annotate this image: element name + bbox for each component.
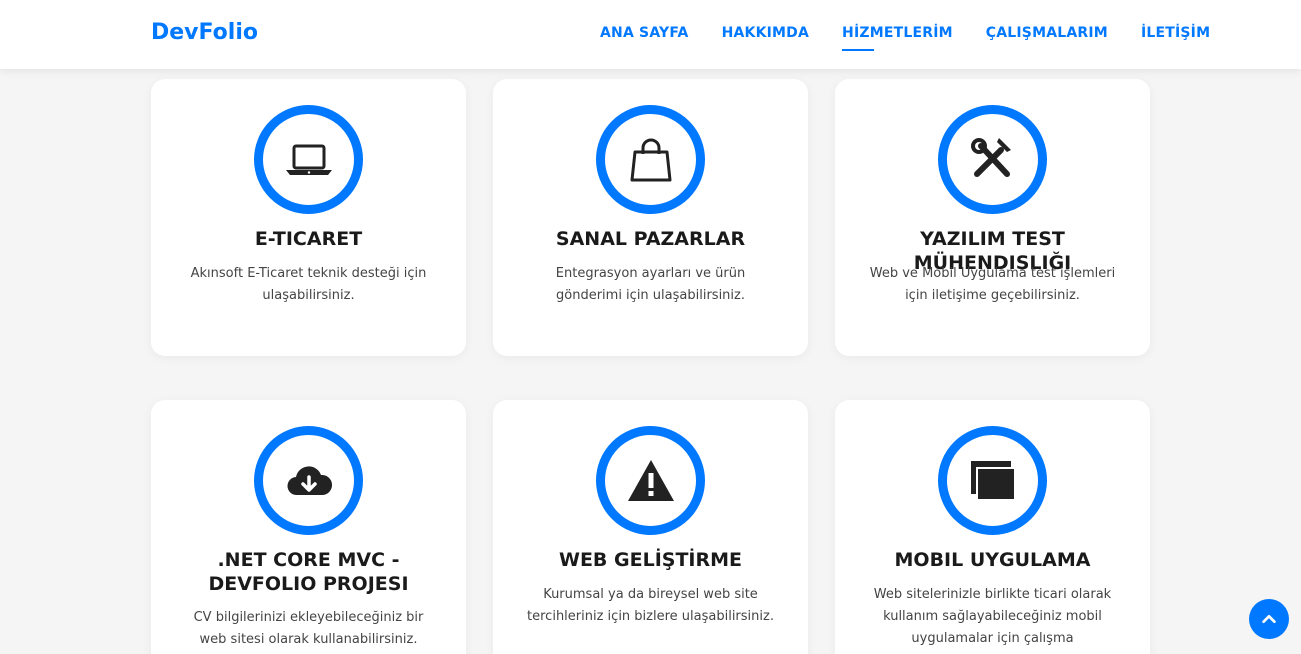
service-title: E-TICARET (254, 228, 363, 250)
service-card-sanal-pazarlar: SANAL PAZARLAR Entegrasyon ayarları ve ü… (493, 79, 808, 356)
nav-about[interactable]: HAKKIMDA (722, 25, 809, 41)
service-card-eticaret: E-TICARET Akınsoft E-Ticaret teknik dest… (151, 79, 466, 356)
main-nav: ANA SAYFA HAKKIMDA HİZMETLERİM ÇALIŞMALA… (600, 25, 1243, 51)
service-desc: CV bilgilerinizi ekleyebileceğiniz bir w… (193, 610, 424, 647)
service-title: WEB GELİŞTİRME (558, 549, 742, 571)
service-card-net-core: .NET CORE MVC - DEVFOLIO PROJESI CV bilg… (151, 400, 466, 654)
tools-icon (938, 105, 1047, 214)
chevron-up-icon (1262, 614, 1276, 624)
service-desc: Kurumsal ya da bireysel web site tercihl… (527, 587, 774, 624)
service-card-web-gelistirme: WEB GELİŞTİRME Kurumsal ya da bireysel w… (493, 400, 808, 654)
shopping-bag-icon (596, 105, 705, 214)
warning-icon (596, 426, 705, 535)
service-card-yazilim-test: YAZILIM TEST MÜHENDISLIĞI Web ve Mobil U… (835, 79, 1150, 356)
laptop-icon (254, 105, 363, 214)
windows-stack-icon (938, 426, 1047, 535)
service-desc: Web sitelerinizle birlikte ticari olarak… (873, 587, 1112, 654)
cloud-download-icon (254, 426, 363, 535)
service-title: MOBIL UYGULAMA (894, 549, 1091, 571)
nav-services[interactable]: HİZMETLERİM (842, 25, 953, 51)
brand-logo[interactable]: DevFolio (151, 20, 258, 45)
service-desc: Entegrasyon ayarları ve ürün gönderimi i… (555, 266, 746, 303)
nav-home[interactable]: ANA SAYFA (600, 25, 689, 41)
service-card-mobil: MOBIL UYGULAMA Web sitelerinizle birlikt… (835, 400, 1150, 654)
nav-contact[interactable]: İLETİŞİM (1141, 25, 1210, 41)
top-navbar: DevFolio ANA SAYFA HAKKIMDA HİZMETLERİM … (0, 0, 1301, 69)
nav-works[interactable]: ÇALIŞMALARIM (986, 25, 1108, 41)
service-desc: Web ve Mobil Uygulama test işlemleri içi… (869, 266, 1116, 303)
service-title: SANAL PAZARLAR (555, 228, 746, 250)
scroll-top-button[interactable] (1249, 599, 1289, 639)
service-title: .NET CORE MVC - DEVFOLIO PROJESI (208, 549, 409, 595)
service-desc: Akınsoft E-Ticaret teknik desteği için u… (190, 266, 427, 303)
